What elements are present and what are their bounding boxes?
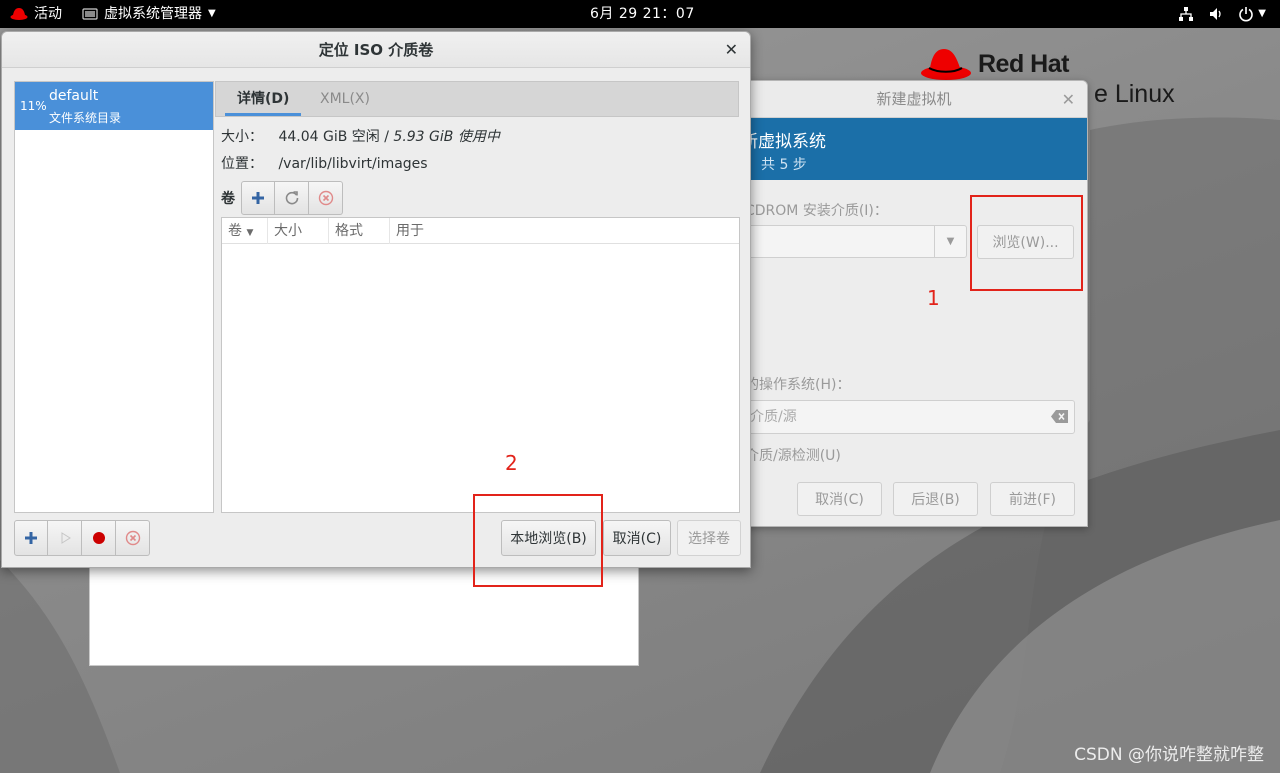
forward-button[interactable]: 前进(F) [990, 482, 1075, 516]
column-header-format[interactable]: 格式 [329, 218, 390, 244]
delete-pool-button[interactable] [116, 520, 150, 556]
power-icon [1239, 7, 1254, 22]
size-label: 大小： [221, 129, 263, 145]
pool-actions [14, 520, 150, 556]
stop-pool-button[interactable] [82, 520, 116, 556]
volume-table-header: 卷 ▼ 大小 格式 用于 [222, 218, 739, 244]
clear-icon[interactable] [1051, 410, 1068, 423]
volume-icon[interactable] [1208, 6, 1224, 22]
delete-icon [125, 530, 140, 546]
location-row: 位置： /var/lib/libvirt/images [221, 153, 428, 173]
pool-type: 文件系统目录 [49, 111, 122, 125]
banner-title: 新虚拟系统 [741, 132, 826, 152]
pool-name: default [49, 88, 99, 104]
app-menu-label: 虚拟系统管理器 [104, 6, 202, 22]
autodetect-checkbox-label[interactable]: 介质/源检测(U) [745, 445, 841, 465]
plus-icon [25, 532, 37, 544]
sort-down-icon: ▼ [246, 228, 254, 238]
redhat-brand: Red Hat [920, 46, 1069, 82]
new-vm-cancel-button[interactable]: 取消(C) [797, 482, 882, 516]
size-row: 大小： 44.04 GiB 空闲 / 5.93 GiB 使用中 [221, 126, 500, 146]
volume-table[interactable]: 卷 ▼ 大小 格式 用于 [221, 217, 740, 513]
start-pool-button[interactable] [48, 520, 82, 556]
location-label: 位置： [221, 156, 263, 172]
app-menu[interactable]: 虚拟系统管理器 ▼ [82, 0, 216, 28]
new-vm-window: 新建虚拟机 ✕ 新虚拟系统 共 5 步 CDROM 安装介质(I)： ▼ 浏览(… [740, 80, 1088, 527]
new-vm-banner: 新虚拟系统 共 5 步 [741, 118, 1087, 180]
back-button[interactable]: 后退(B) [893, 482, 978, 516]
os-search-input[interactable]: 介质/源 [741, 400, 1075, 434]
volume-toolbar: 卷 [221, 181, 343, 215]
tab-details[interactable]: 详情(D) [225, 82, 302, 116]
activities-button[interactable]: 活动 [10, 0, 62, 28]
column-header-size[interactable]: 大小 [268, 218, 329, 244]
add-volume-button[interactable] [241, 181, 275, 215]
delete-volume-button[interactable] [309, 181, 343, 215]
delete-icon [318, 190, 333, 206]
os-placeholder: 介质/源 [750, 409, 797, 425]
os-label: 的操作系统(H)： [745, 377, 851, 393]
media-label: CDROM 安装介质(I)： [745, 203, 888, 219]
dialog-title: 定位 ISO 介质卷 [318, 41, 434, 59]
media-combo[interactable]: ▼ [741, 225, 967, 258]
locate-iso-dialog: 定位 ISO 介质卷 ✕ 11% default 文件系统目录 详情(D) XM… [1, 31, 751, 568]
network-icon[interactable] [1178, 6, 1194, 22]
close-icon[interactable]: ✕ [725, 32, 738, 68]
plus-icon [252, 192, 264, 204]
size-used-value: 5.93 GiB 使用中 [393, 129, 500, 145]
annotation-box-2 [473, 494, 603, 587]
storage-pool-list[interactable]: 11% default 文件系统目录 [14, 81, 214, 513]
chevron-down-icon: ▼ [1258, 8, 1266, 19]
pool-usage: 11% [20, 99, 47, 113]
dialog-titlebar: 定位 ISO 介质卷 ✕ [2, 32, 750, 68]
details-tabs: 详情(D) XML(X) [215, 81, 739, 117]
activities-label: 活动 [34, 6, 62, 22]
banner-step: 共 5 步 [761, 157, 807, 173]
play-icon [61, 532, 71, 544]
size-free-value: 44.04 GiB 空闲 / [278, 129, 389, 145]
new-vm-titlebar: 新建虚拟机 ✕ [741, 81, 1087, 118]
close-icon[interactable]: ✕ [1062, 81, 1075, 118]
column-header-used-by[interactable]: 用于 [390, 218, 739, 244]
refresh-volumes-button[interactable] [275, 181, 309, 215]
tab-xml[interactable]: XML(X) [308, 82, 382, 116]
pool-item-default[interactable]: 11% default 文件系统目录 [15, 82, 213, 130]
new-vm-title: 新建虚拟机 [876, 90, 952, 108]
record-stop-icon [92, 532, 105, 544]
chevron-down-icon[interactable]: ▼ [934, 226, 966, 257]
watermark-text: CSDN @你说咋整就咋整 [1074, 745, 1264, 765]
location-value: /var/lib/libvirt/images [278, 156, 428, 172]
volumes-label: 卷 [221, 191, 235, 207]
redhat-logo-icon [921, 49, 971, 80]
select-volume-button[interactable]: 选择卷 [677, 520, 741, 556]
brand-name: Red Hat [978, 49, 1069, 78]
annotation-box-1 [970, 195, 1083, 291]
system-tray[interactable]: ▼ [1178, 0, 1266, 28]
top-bar: 活动 虚拟系统管理器 ▼ 6月 29 21：07 ▼ [0, 0, 1280, 28]
power-menu[interactable]: ▼ [1238, 0, 1266, 28]
refresh-icon [285, 191, 298, 205]
chevron-down-icon: ▼ [208, 8, 216, 19]
annotation-number-1: 1 [927, 286, 940, 310]
virt-manager-icon [82, 8, 98, 20]
pool-details-pane: 详情(D) XML(X) 大小： 44.04 GiB 空闲 / 5.93 GiB… [215, 81, 741, 513]
clock[interactable]: 6月 29 21：07 [590, 0, 695, 28]
add-pool-button[interactable] [14, 520, 48, 556]
column-header-volume[interactable]: 卷 ▼ [222, 218, 268, 244]
cancel-button[interactable]: 取消(C) [603, 520, 671, 556]
brand-subtitle: e Linux [1094, 80, 1175, 108]
annotation-number-2: 2 [505, 451, 518, 475]
redhat-small-icon [10, 8, 28, 20]
